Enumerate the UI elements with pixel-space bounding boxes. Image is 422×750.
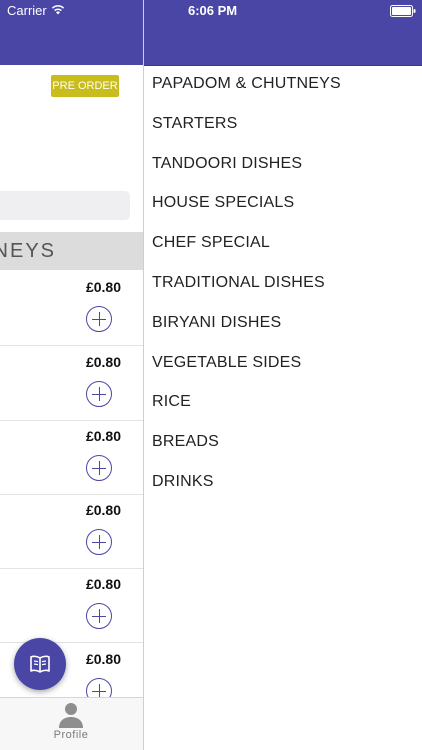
item-price: £0.80 [85,279,121,295]
category-header: NEYS [0,232,143,270]
menu-item-vegetable-sides[interactable]: VEGETABLE SIDES [144,343,422,383]
category-header-label: NEYS [0,240,56,262]
wifi-icon [51,5,65,15]
tab-bar: Profile [0,697,143,750]
menu-item-biryani-dishes[interactable]: BIRYANI DISHES [144,303,422,343]
profile-icon [59,703,83,728]
menu-item-row: £0.80 [0,346,143,421]
preorder-badge[interactable]: PRE ORDER [51,75,119,97]
category-menu-list: PAPADOM & CHUTNEYS STARTERS TANDOORI DIS… [144,64,422,502]
menu-item-row: £0.80 [0,494,143,569]
side-menu: 6:06 PM PAPADOM & CHUTNEYS STARTERS TAND… [143,0,422,750]
status-bar-left: Carrier [0,0,143,22]
status-time: 6:06 PM [188,3,238,18]
menu-book-icon [30,655,50,673]
menu-item-row: £0.80 [0,271,143,346]
plus-circle-icon[interactable] [86,306,112,332]
plus-circle-icon[interactable] [86,529,112,555]
plus-circle-icon[interactable] [86,455,112,481]
item-price: £0.80 [85,428,121,444]
menu-book-button[interactable] [14,638,66,690]
menu-item-traditional-dishes[interactable]: TRADITIONAL DISHES [144,263,422,303]
menu-item-starters[interactable]: STARTERS [144,104,422,144]
menu-item-rice[interactable]: RICE [144,382,422,422]
menu-item-drinks[interactable]: DRINKS [144,462,422,502]
menu-screen: Carrier PRE ORDER NEYS £0.80 £0.80 £0.80… [0,0,143,750]
search-input[interactable] [0,191,130,220]
item-price: £0.80 [85,576,121,592]
item-price: £0.80 [85,651,121,667]
plus-circle-icon[interactable] [86,603,112,629]
nav-bar-left [0,22,143,65]
menu-item-chef-special[interactable]: CHEF SPECIAL [144,223,422,263]
menu-item-breads[interactable]: BREADS [144,422,422,462]
menu-item-house-specials[interactable]: HOUSE SPECIALS [144,183,422,223]
battery-icon [390,5,416,17]
item-price: £0.80 [85,354,121,370]
nav-bar-right [144,22,422,66]
menu-item-row: £0.80 [0,568,143,643]
tab-profile-label: Profile [53,729,89,741]
carrier-label: Carrier [7,3,47,18]
item-price: £0.80 [85,502,121,518]
menu-item-row: £0.80 [0,420,143,495]
menu-item-tandoori-dishes[interactable]: TANDOORI DISHES [144,144,422,184]
status-bar-right: 6:06 PM [144,0,422,22]
tab-profile[interactable]: Profile [40,698,102,750]
menu-item-papadom-chutneys[interactable]: PAPADOM & CHUTNEYS [144,64,422,104]
plus-circle-icon[interactable] [86,381,112,407]
